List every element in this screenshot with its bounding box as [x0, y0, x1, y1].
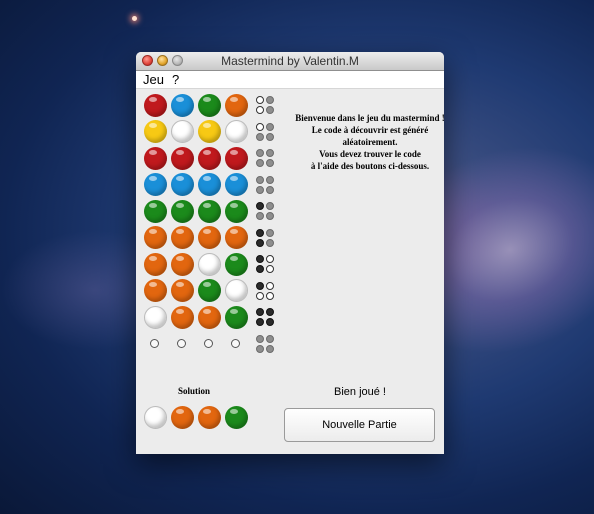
board-peg: [177, 338, 186, 348]
board-peg: [204, 338, 213, 348]
board-peg: [170, 146, 194, 170]
board-peg: [143, 252, 167, 276]
feedback-pin: [266, 318, 274, 326]
board-peg: [170, 305, 194, 329]
board-peg: [224, 173, 248, 196]
window-title: Mastermind by Valentin.M: [221, 54, 359, 68]
feedback-pin: [266, 212, 274, 220]
title-bar[interactable]: Mastermind by Valentin.M: [136, 52, 444, 71]
solution-peg: [143, 405, 167, 429]
board-peg: [224, 120, 248, 143]
feedback-pin: [256, 228, 264, 237]
feedback-pin: [266, 344, 274, 353]
board-peg: [224, 146, 248, 170]
feedback-pin: [256, 212, 264, 220]
feedback-pin: [256, 344, 264, 353]
feedback-pin: [256, 238, 264, 247]
board-peg: [224, 93, 248, 117]
menu-jeu[interactable]: Jeu: [143, 71, 164, 88]
feedback-pin: [256, 265, 264, 273]
board-peg: [170, 93, 194, 117]
feedback-pin: [266, 149, 274, 157]
feedback-pin: [256, 334, 264, 343]
feedback-pin: [266, 96, 274, 104]
board-peg: [143, 305, 167, 329]
board-peg: [197, 120, 221, 143]
board-peg: [197, 305, 221, 329]
feedback-pin: [266, 185, 274, 194]
feedback-pin: [266, 132, 274, 141]
feedback-pin: [266, 281, 274, 290]
feedback-pin: [256, 122, 264, 131]
board-peg: [224, 279, 248, 302]
board-peg: [197, 279, 221, 302]
feedback-pin: [266, 265, 274, 273]
feedback-pin: [256, 281, 264, 290]
solution-peg: [197, 405, 221, 429]
board-peg: [170, 252, 194, 276]
status-message: Bien joué !: [334, 386, 386, 398]
board-peg: [224, 226, 248, 249]
feedback-pin: [266, 255, 274, 263]
feedback-pin: [266, 291, 274, 300]
feedback-pin: [266, 159, 274, 167]
board-peg: [224, 199, 248, 223]
welcome-message: Bienvenue dans le jeu du mastermind ! Le…: [295, 113, 444, 171]
board-peg: [170, 199, 194, 223]
feedback-pin: [256, 255, 264, 263]
board-peg: [143, 146, 167, 170]
new-game-button[interactable]: Nouvelle Partie: [284, 408, 435, 442]
board-peg: [170, 226, 194, 249]
board-peg: [143, 173, 167, 196]
board-peg: [143, 120, 167, 143]
board-peg: [224, 305, 248, 329]
board-peg: [170, 279, 194, 302]
feedback-pin: [256, 185, 264, 194]
board-peg: [197, 146, 221, 170]
mastermind-window: Mastermind by Valentin.M Jeu ? Bienvenue…: [136, 52, 444, 454]
feedback-pin: [266, 308, 274, 316]
feedback-pin: [256, 96, 264, 104]
board-peg: [170, 173, 194, 196]
solution-peg: [170, 405, 194, 429]
board-peg: [150, 338, 159, 348]
feedback-pin: [266, 228, 274, 237]
board-peg: [143, 279, 167, 302]
board-peg: [143, 226, 167, 249]
feedback-pin: [256, 202, 264, 210]
board-peg: [231, 338, 240, 348]
board-peg: [197, 226, 221, 249]
menu-bar: Jeu ?: [136, 71, 444, 89]
board-peg: [197, 173, 221, 196]
board-peg: [197, 199, 221, 223]
feedback-pin: [266, 175, 274, 184]
feedback-pin: [266, 202, 274, 210]
menu-help[interactable]: ?: [172, 71, 179, 88]
feedback-pin: [256, 106, 264, 114]
solution-peg: [224, 405, 248, 429]
feedback-pin: [256, 291, 264, 300]
feedback-pin: [266, 238, 274, 247]
feedback-pin: [256, 318, 264, 326]
board-peg: [143, 199, 167, 223]
board-peg: [170, 120, 194, 143]
feedback-pin: [256, 159, 264, 167]
board-peg: [197, 252, 221, 276]
feedback-pin: [256, 308, 264, 316]
feedback-pin: [256, 149, 264, 157]
feedback-pin: [266, 334, 274, 343]
feedback-pin: [256, 132, 264, 141]
solution-label: Solution: [177, 386, 210, 396]
feedback-pin: [266, 122, 274, 131]
board-peg: [197, 93, 221, 117]
feedback-pin: [256, 175, 264, 184]
board-peg: [224, 252, 248, 276]
feedback-pin: [266, 106, 274, 114]
board-peg: [143, 93, 167, 117]
star-decoration: [132, 16, 137, 21]
